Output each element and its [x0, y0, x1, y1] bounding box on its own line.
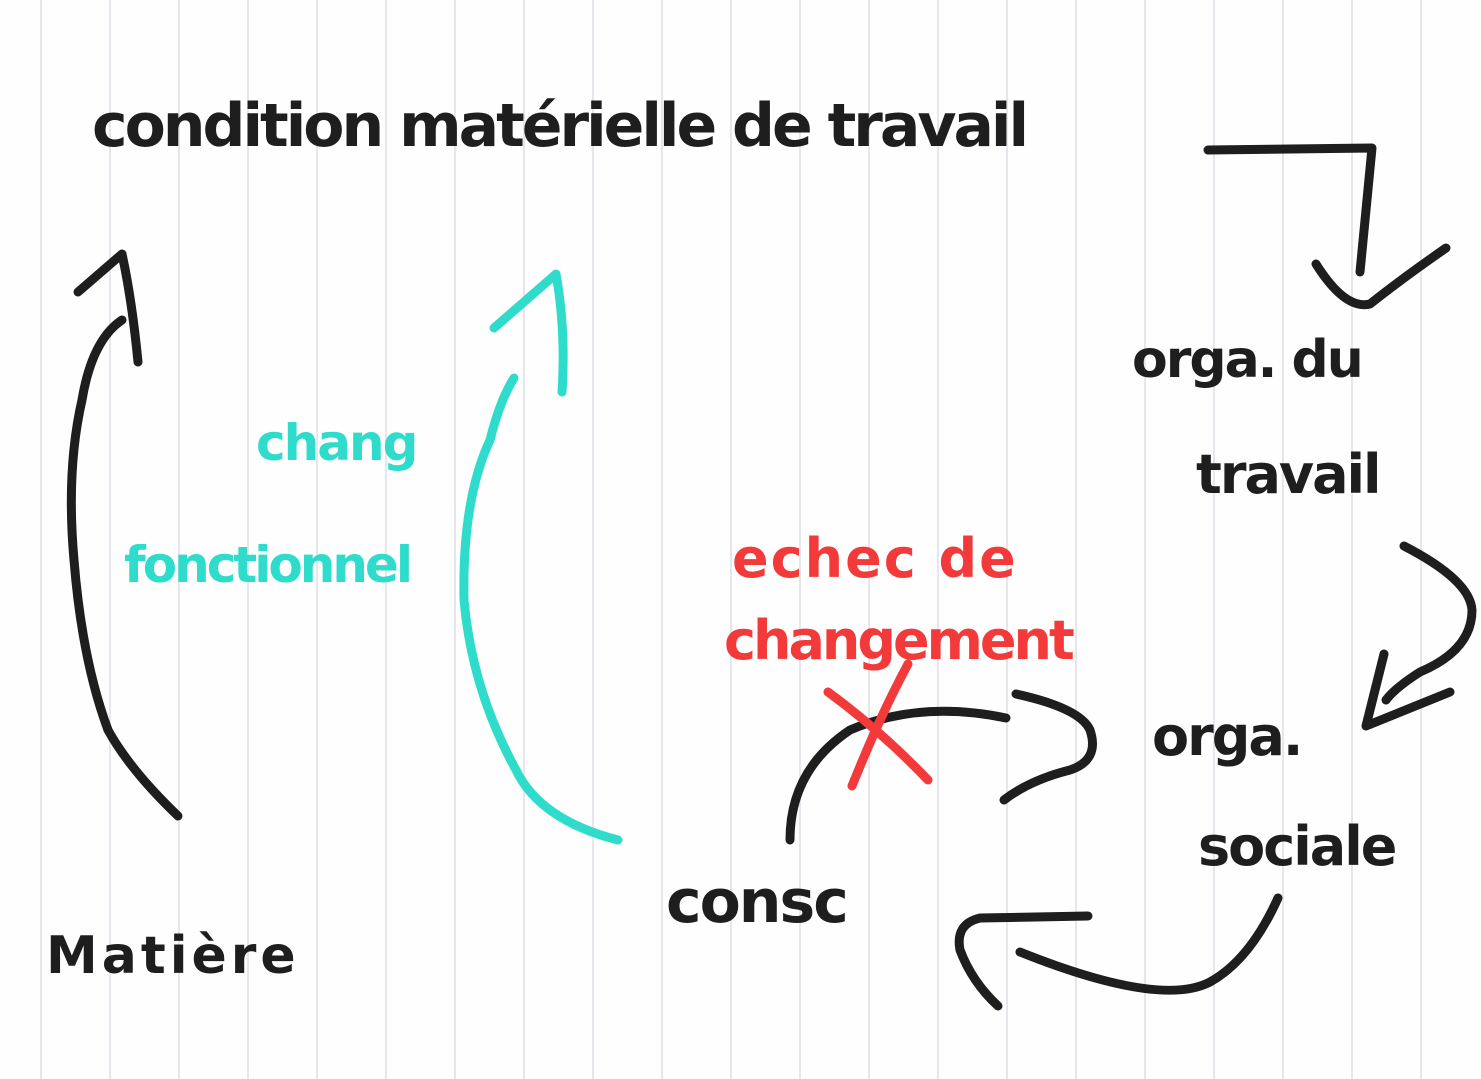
- arrow-top-to-orga-travail: [1203, 143, 1377, 277]
- label-teal-fonctionnel: fonctionnel: [124, 536, 413, 594]
- arrowhead-teal: [489, 269, 568, 397]
- label-orga-travail-line1: orga. du: [1132, 330, 1364, 390]
- teal-arrows: [459, 269, 623, 845]
- notebook-page: condition matérielle de travail orga. du…: [0, 0, 1481, 1079]
- arrowhead-consc: [954, 911, 1093, 1011]
- arrow-orga-sociale-to-consc: [1015, 893, 1283, 995]
- label-red-changement: changement: [724, 609, 1075, 672]
- label-consc: consc: [666, 867, 849, 937]
- arrow-consc-loop: [785, 706, 1011, 845]
- label-orga-sociale-line2: sociale: [1198, 815, 1397, 878]
- label-orga-sociale-line1: orga.: [1152, 705, 1303, 768]
- label-teal-chang: chang: [256, 414, 418, 472]
- arrow-consc-to-top-teal: [459, 373, 623, 845]
- label-red-echec-de: echec de: [732, 527, 1018, 590]
- label-matiere: Matière: [46, 926, 300, 986]
- label-orga-travail-line2: travail: [1196, 443, 1382, 506]
- arrowhead-matiere-to-top: [73, 249, 143, 367]
- arrow-orga-travail-to-orga-sociale: [1381, 541, 1477, 705]
- arrowhead-orga-travail: [1311, 243, 1451, 310]
- arrowhead-consc-loop: [999, 689, 1097, 805]
- red-cross: [823, 659, 933, 791]
- label-condition-materielle: condition matérielle de travail: [92, 91, 1029, 161]
